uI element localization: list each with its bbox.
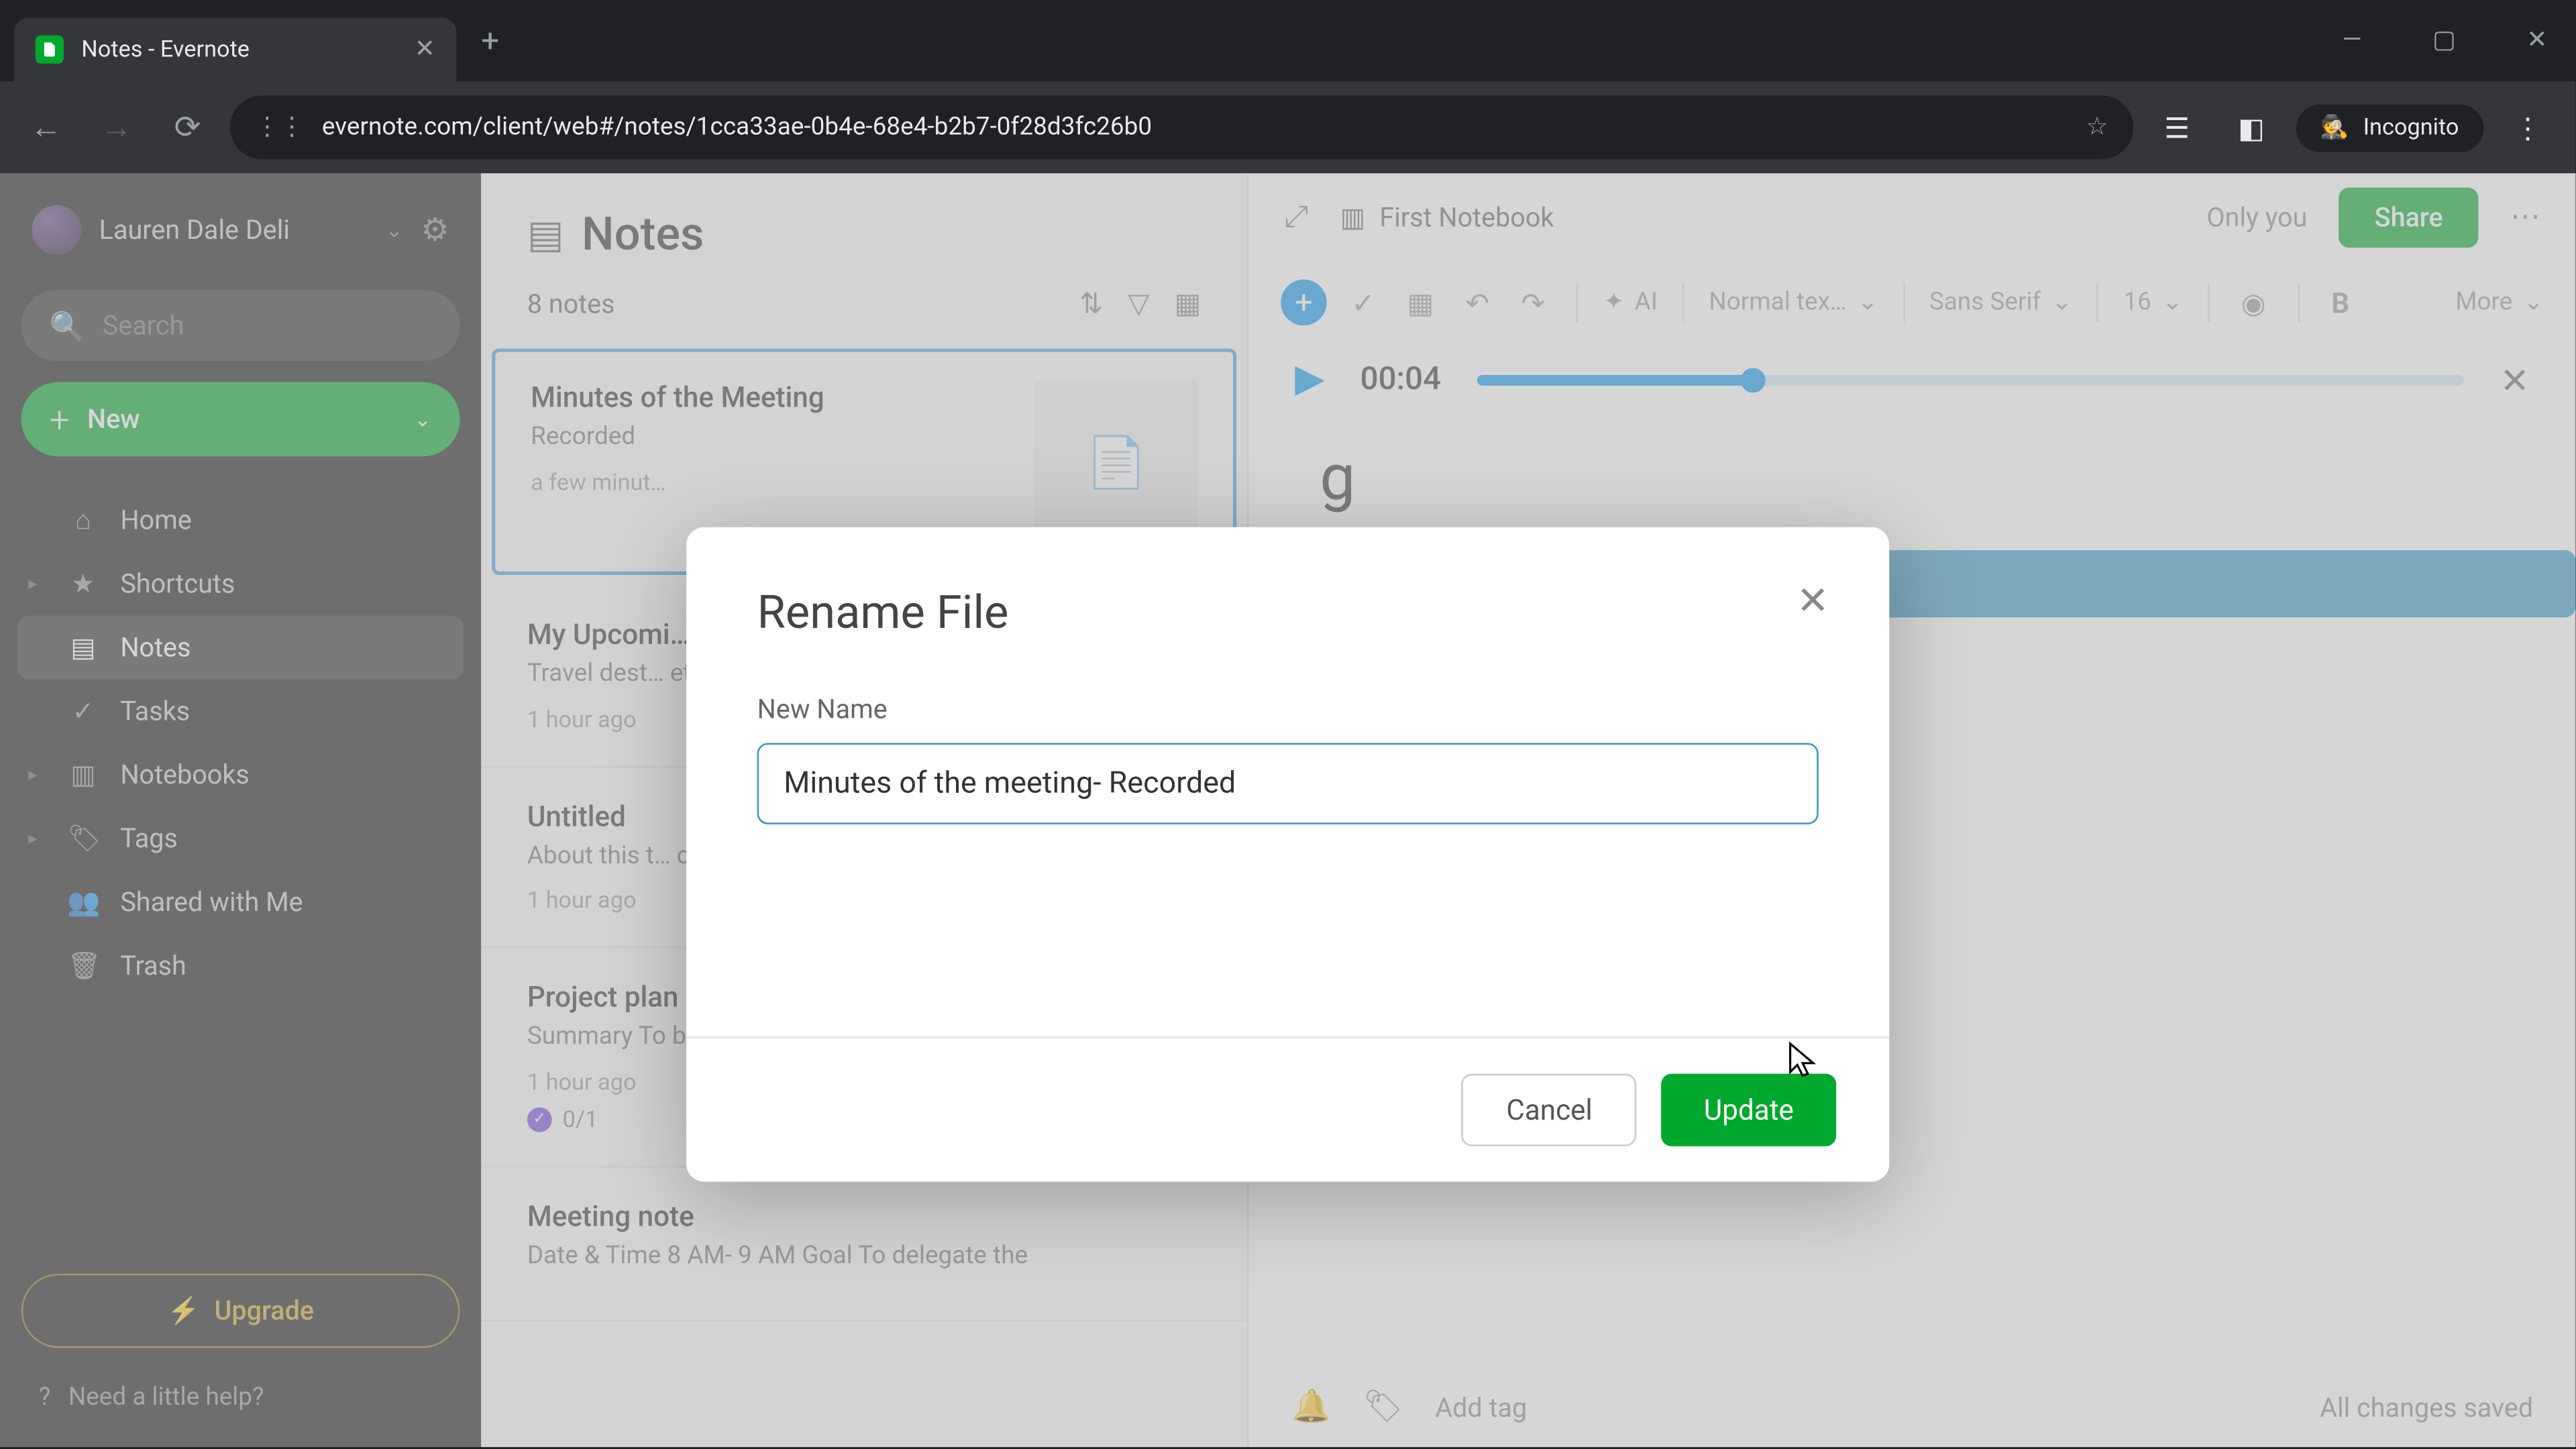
tab-overview-icon[interactable]: ☰	[2147, 111, 2207, 144]
update-button[interactable]: Update	[1662, 1074, 1837, 1146]
dialog-title: Rename File	[757, 587, 1819, 640]
tab-close-icon[interactable]: ✕	[415, 36, 435, 64]
forward-button[interactable]: →	[89, 109, 145, 146]
evernote-favicon-icon	[36, 36, 64, 64]
browser-menu-icon[interactable]: ⋮	[2498, 111, 2558, 144]
url-text: evernote.com/client/web#/notes/1cca33ae-…	[322, 113, 1152, 142]
address-bar[interactable]: ⋮⋮ evernote.com/client/web#/notes/1cca33…	[230, 95, 2133, 159]
minimize-button[interactable]: —	[2328, 19, 2376, 62]
input-label: New Name	[757, 694, 1819, 725]
close-window-button[interactable]: ✕	[2512, 19, 2561, 62]
incognito-badge[interactable]: 🕵 Incognito	[2296, 103, 2483, 151]
back-button[interactable]: ←	[17, 109, 74, 146]
cancel-button[interactable]: Cancel	[1462, 1074, 1636, 1146]
incognito-label: Incognito	[2363, 114, 2459, 141]
dialog-close-icon[interactable]: ✕	[1796, 580, 1829, 625]
side-panel-icon[interactable]: ◧	[2221, 111, 2282, 144]
maximize-button[interactable]: ▢	[2418, 19, 2470, 62]
new-tab-button[interactable]: +	[481, 22, 499, 59]
tab-title: Notes - Evernote	[81, 36, 396, 63]
site-info-icon[interactable]: ⋮⋮	[255, 113, 305, 142]
incognito-icon: 🕵	[2320, 114, 2349, 141]
rename-file-dialog: Rename File ✕ New Name Cancel Update	[686, 527, 1889, 1182]
reload-button[interactable]: ⟳	[159, 109, 215, 146]
new-name-input[interactable]	[757, 743, 1819, 824]
bookmark-icon[interactable]: ☆	[2086, 113, 2108, 142]
modal-overlay[interactable]: Rename File ✕ New Name Cancel Update	[0, 173, 2575, 1447]
browser-tab[interactable]: Notes - Evernote ✕	[14, 17, 456, 81]
